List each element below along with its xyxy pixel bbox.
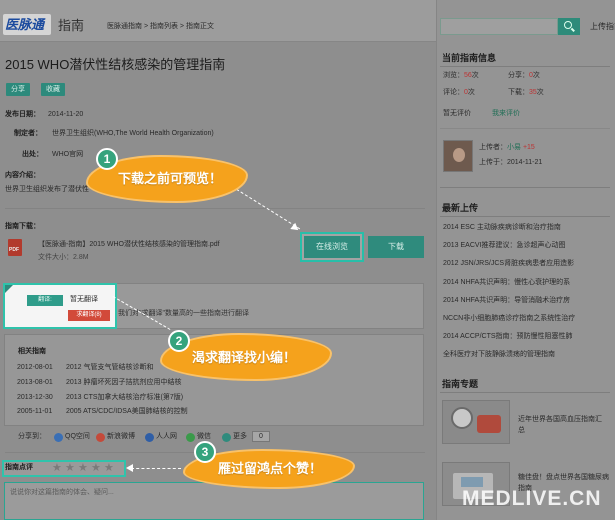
upload-guide-link[interactable]: 上传指南 [590, 22, 615, 32]
latest-upload-heading: 最新上传 [442, 203, 479, 213]
request-translation-button[interactable]: 求翻译(8) [68, 310, 110, 321]
intro-label: 内容介绍： [5, 172, 40, 179]
publish-date: 2014-11-20 [48, 111, 84, 118]
page-title: 2015 WHO潜伏性结核感染的管理指南 [5, 57, 226, 72]
callout-3-arrow [131, 468, 181, 469]
callout-2-text: 渴求翻译找小编！ [192, 350, 297, 365]
search-button[interactable] [558, 18, 580, 35]
no-rating-text: 暂无评价 [443, 110, 471, 117]
upload-time-line: 上传于：2014-11-21 [479, 159, 543, 166]
my-rating-link[interactable]: 我来评价 [492, 110, 520, 118]
share-option[interactable]: 更多 [233, 433, 247, 441]
translation-status: 暂无翻译 [70, 296, 98, 303]
shares-stat: 分享：0次 [508, 72, 540, 79]
breadcrumb[interactable]: 医脉通指南 > 指南列表 > 指南正文 [107, 23, 214, 31]
translation-tag: 翻译: [27, 295, 63, 306]
callout-3-text: 雁过留鸿点个赞！ [218, 461, 323, 476]
related-item-link[interactable]: 2012 气管支气管结核诊断和 [66, 364, 154, 372]
file-size: 文件大小：2.8M [38, 254, 89, 261]
related-item-date: 2013-12-30 [17, 393, 53, 401]
share-to-label: 分享到： [18, 433, 46, 440]
latest-upload-item[interactable]: 全科医疗对下肢静脉溃疡的管理指南 [443, 351, 555, 359]
maker-label: 制定者： [14, 130, 42, 137]
latest-upload-item[interactable]: 2012 JSN/JRS/JCS肾脏疾病患者应用造影 [443, 260, 574, 268]
uploader-name-link[interactable]: 小易 [507, 144, 521, 151]
source-label: 出处： [22, 151, 43, 158]
wechat-icon[interactable] [186, 433, 195, 442]
source-value: WHO官网 [52, 151, 84, 158]
related-item-link[interactable]: 2013 CTS加拿大结核治疗标准(第7版) [66, 394, 183, 402]
intro-text: 世界卫生组织发布了潜伏性 [5, 186, 89, 193]
latest-upload-item[interactable]: NCCN非小细胞肺癌诊疗指南之系统性治疗 [443, 315, 575, 323]
related-item-date: 2012-08-01 [17, 364, 53, 371]
share-option[interactable]: QQ空间 [65, 433, 90, 441]
star-icon[interactable]: ★ [65, 462, 75, 475]
qzone-icon[interactable] [54, 433, 63, 442]
maker-link[interactable]: 世界卫生组织(WHO,The World Health Organization… [52, 130, 214, 138]
publish-date-label: 发布日期： [5, 111, 40, 118]
guide-logo-text[interactable]: 指南 [58, 18, 84, 34]
renren-icon[interactable] [145, 433, 154, 442]
topic-thumb-hypertension[interactable] [442, 400, 510, 444]
online-preview-button[interactable]: 在线浏览 [304, 236, 360, 258]
watermark: MEDLIVE.CN [462, 487, 602, 510]
download-section-label: 指南下载： [5, 223, 40, 230]
star-icon[interactable]: ★ [78, 462, 88, 475]
pdf-icon: PDF [8, 239, 22, 256]
more-icon[interactable] [222, 433, 231, 442]
topic-link-1[interactable]: 近年世界各国高血压指南汇总 [518, 414, 608, 436]
related-item-date: 2005-11-01 [17, 408, 53, 416]
translation-highlight [3, 283, 117, 329]
rating-label: 指南点评 [5, 464, 33, 471]
corner-marker-icon [5, 285, 13, 293]
callout-1-text: 下载之前可预览！ [118, 171, 223, 186]
comments-stat: 评论：0次 [443, 89, 475, 96]
latest-upload-item[interactable]: 2014 ESC 主动脉疾病诊断和治疗指南 [443, 224, 561, 232]
comment-placeholder: 说说你对这篇指南的体会、疑问... [10, 489, 114, 496]
callout-1-number: 1 [96, 148, 118, 170]
latest-upload-item[interactable]: 2014 ACCP/CTS指南：预防慢性阻塞性肺 [443, 333, 573, 341]
star-icon[interactable]: ★ [91, 462, 101, 475]
weibo-icon[interactable] [96, 433, 105, 442]
download-button[interactable]: 下载 [368, 236, 424, 258]
latest-upload-item[interactable]: 2014 NHFA共识声明：导管消融术治疗房 [443, 297, 570, 305]
related-item-link[interactable]: 2013 肿瘤坏死因子拮抗剂应用中结核 [66, 379, 182, 387]
views-stat: 浏览：56次 [443, 72, 479, 79]
latest-upload-item[interactable]: 2014 NHFA共识声明：慢性心衰护理的系 [443, 279, 570, 287]
related-item-date: 2013-08-01 [17, 378, 53, 386]
current-info-heading: 当前指南信息 [442, 53, 497, 63]
uploader-avatar[interactable] [443, 140, 473, 172]
latest-upload-item[interactable]: 2013 EACVI推荐建议：急诊超声心动图 [443, 242, 566, 250]
logo-text: 医脉通 [5, 17, 45, 32]
star-icon[interactable]: ★ [104, 462, 114, 475]
file-name-link[interactable]: 【医脉通-指南】2015 WHO潜伏性结核感染的管理指南.pdf [38, 241, 220, 249]
related-heading: 相关指南 [18, 348, 46, 355]
callout-2-number: 2 [168, 330, 190, 352]
related-item-link[interactable]: 2005 ATS/CDC/IDSA美国肺结核的控制 [66, 408, 188, 416]
share-option[interactable]: 人人网 [156, 433, 177, 441]
star-icon[interactable]: ★ [52, 462, 62, 475]
search-input[interactable] [440, 18, 558, 35]
collect-button[interactable]: 收藏 [41, 83, 65, 96]
share-button[interactable]: 分享 [6, 83, 30, 96]
share-count: 0 [252, 431, 270, 442]
comment-input[interactable] [4, 482, 424, 520]
arrowhead-icon [126, 464, 133, 472]
uploader-line: 上传者：小易 +15 [479, 144, 535, 151]
downloads-stat: 下载：35次 [508, 89, 544, 96]
share-option[interactable]: 新浪微博 [107, 433, 135, 441]
topic-heading: 指南专题 [442, 379, 479, 389]
callout-3-number: 3 [194, 441, 216, 463]
